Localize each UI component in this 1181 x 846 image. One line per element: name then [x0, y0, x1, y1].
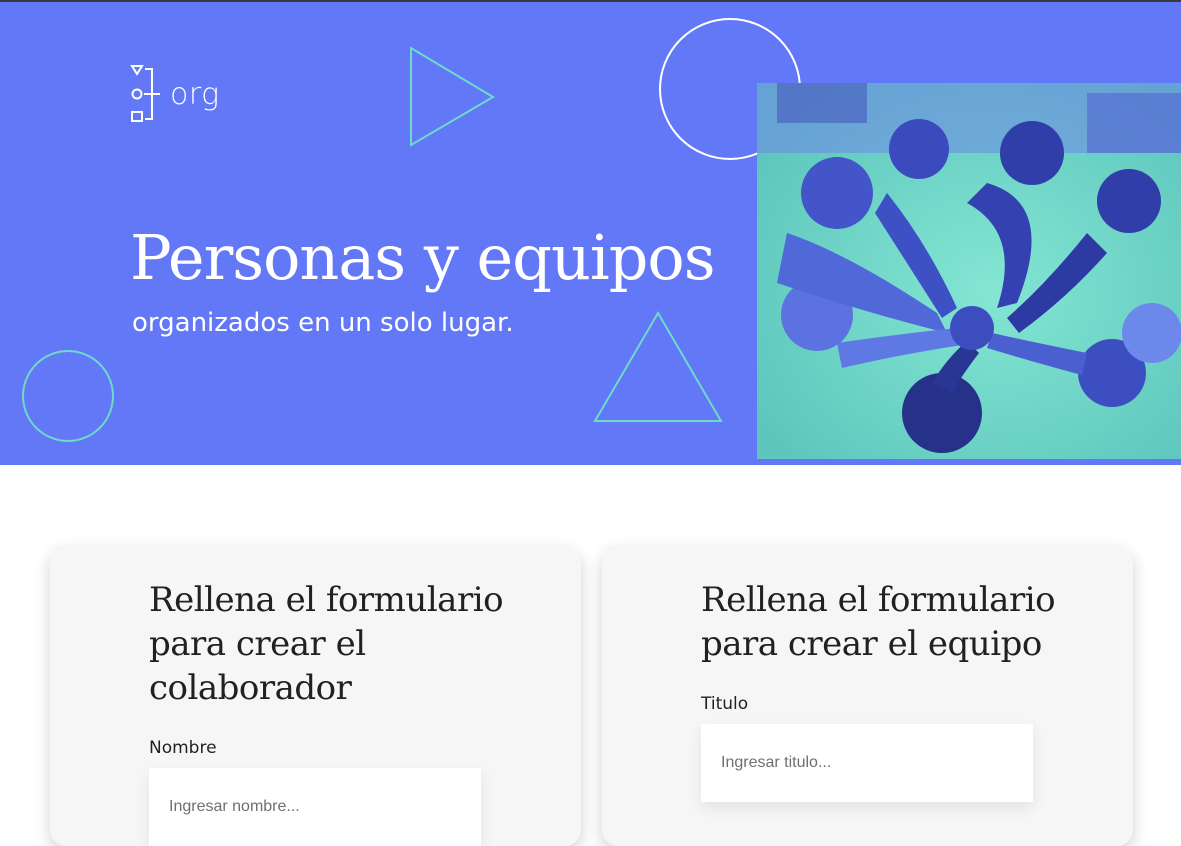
team-form-card: Rellena el formulario para crear el equi… — [602, 546, 1133, 846]
team-form-title: Rellena el formulario para crear el equi… — [701, 580, 1056, 664]
name-field-label: Nombre — [149, 738, 217, 758]
page-subtitle: organizados en un solo lugar. — [132, 308, 514, 338]
logo-text: org — [170, 77, 220, 112]
page-title: Personas y equipos — [130, 221, 716, 294]
logo-icon — [130, 65, 160, 122]
circle-outline-icon — [22, 350, 114, 442]
title-field-label: Titulo — [701, 694, 749, 714]
team-title-input[interactable] — [701, 724, 1033, 802]
brand-logo[interactable]: org — [130, 64, 220, 126]
collaborator-form-card: Rellena el formulario para crear el cola… — [50, 546, 581, 846]
collaborator-form-title: Rellena el formulario para crear el cola… — [149, 580, 504, 708]
hero-banner: org Personas y equipos organizados en un… — [0, 2, 1181, 465]
play-triangle-icon — [410, 46, 495, 147]
team-hands-image — [757, 83, 1181, 459]
hero-team-photo — [757, 83, 1181, 459]
name-input[interactable] — [149, 768, 481, 846]
triangle-outline-icon — [593, 311, 723, 422]
